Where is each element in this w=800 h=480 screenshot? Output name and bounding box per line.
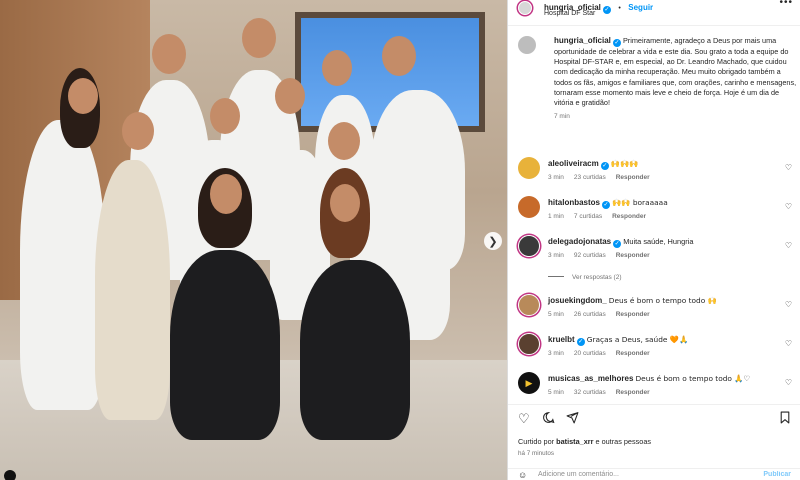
comment: kruelbt ✓ Graças a Deus, saúde 🧡🙏 3 min 20… [518, 333, 798, 365]
avatar[interactable] [518, 157, 540, 179]
avatar[interactable] [518, 294, 540, 316]
comment: delegadojonatas ✓ Muita saúde, Hungria 3 … [518, 235, 798, 267]
liked-prefix: Curtido por [518, 437, 557, 446]
person-head [275, 78, 305, 114]
comment-username[interactable]: josuekingdom_ [548, 296, 607, 305]
comment-text: 🙌🙌🙌 [610, 159, 639, 168]
verified-icon: ✓ [576, 338, 585, 346]
comment-time: 1 min [548, 213, 564, 220]
person [95, 160, 170, 420]
verified-icon: ✓ [600, 162, 609, 170]
heart-icon[interactable]: ♡ [785, 202, 792, 211]
heart-icon[interactable]: ♡ [518, 411, 530, 427]
comment-username[interactable]: kruelbt [548, 335, 575, 344]
comment-time: 3 min [548, 252, 564, 259]
next-photo-button[interactable]: ❯ [484, 232, 502, 250]
avatar[interactable] [518, 196, 540, 218]
post-time: há 7 minutos [518, 450, 555, 457]
heart-icon[interactable]: ♡ [785, 300, 792, 309]
person-head [68, 78, 98, 114]
caption-text: hungria_oficial ✓ Primeiramente, agradeço… [554, 36, 798, 122]
heart-icon[interactable]: ♡ [785, 241, 792, 250]
comment-username[interactable]: aleoliveiracm [548, 159, 599, 168]
comment: josuekingdom_ Deus é bom o tempo todo 🙌 … [518, 294, 798, 326]
caption-username[interactable]: hungria_oficial [554, 36, 611, 45]
person-head [152, 34, 186, 74]
comment-likes[interactable]: 23 curtidas [574, 174, 606, 181]
person-head [330, 184, 360, 222]
comment-time: 3 min [548, 174, 564, 181]
liked-suffix: e outras pessoas [593, 437, 652, 446]
comment-text: Graças a Deus, saúde 🧡🙏 [586, 335, 689, 344]
liked-by: Curtido por batista_xrr e outras pessoas [518, 437, 651, 446]
liked-user[interactable]: batista_xrr [556, 437, 593, 446]
person-head [242, 18, 276, 58]
view-replies-button[interactable]: Ver respostas (2) [548, 274, 622, 281]
post-header: hungria_oficial ✓ • Seguir Hospital DF St… [508, 0, 800, 26]
heart-icon[interactable]: ♡ [785, 163, 792, 172]
comment-text: Deus é bom o tempo todo 🙏♡ [635, 374, 751, 383]
verified-icon: ✓ [613, 240, 622, 248]
group-of-people [20, 18, 480, 460]
avatar[interactable]: ▶ [518, 372, 540, 394]
reply-button[interactable]: Responder [616, 350, 650, 357]
more-options-icon[interactable]: ••• [779, 0, 793, 8]
play-icon: ▶ [525, 377, 533, 388]
comment-likes[interactable]: 92 curtidas [574, 252, 606, 259]
post-photo[interactable]: ❯ [0, 0, 507, 480]
caption-body: Primeiramente, agradeço a Deus por mais … [554, 36, 797, 108]
emoji-icon[interactable]: ☺ [518, 470, 527, 480]
comment-likes[interactable]: 32 curtidas [574, 389, 606, 396]
comment-time: 3 min [548, 350, 564, 357]
comment: aleoliveiracm ✓ 🙌🙌🙌 3 min 23 curtidas Respo… [518, 157, 798, 189]
verified-icon: ✓ [602, 6, 611, 14]
person [300, 260, 410, 440]
person-head [328, 122, 360, 160]
comment-input[interactable]: Adicione um comentário... [538, 471, 619, 478]
person [170, 250, 280, 440]
person-head [122, 112, 154, 150]
heart-icon[interactable]: ♡ [785, 378, 792, 387]
comment: hitalonbastos ✓ 🙌🙌 boraaaaa 1 min 7 curtid… [518, 196, 798, 228]
verified-icon: ✓ [602, 201, 611, 209]
caption-time: 7 min [554, 113, 570, 121]
comment-username[interactable]: hitalonbastos [548, 198, 600, 207]
avatar[interactable] [518, 36, 536, 54]
comment-username[interactable]: musicas_as_melhores [548, 374, 633, 383]
bookmark-icon[interactable] [779, 411, 791, 427]
add-comment-bar: ☺ Adicione um comentário... Publicar [508, 468, 800, 480]
person-head [322, 50, 352, 86]
comment-likes[interactable]: 20 curtidas [574, 350, 606, 357]
comment-text: Muita saúde, Hungria [623, 237, 694, 246]
comment-username[interactable]: delegadojonatas [548, 237, 611, 246]
reply-button[interactable]: Responder [616, 252, 650, 259]
reply-button[interactable]: Responder [616, 311, 650, 318]
tag-icon[interactable] [4, 470, 16, 480]
comment-time: 5 min [548, 311, 564, 318]
comment: ▶ musicas_as_melhores Deus é bom o tempo… [518, 372, 798, 404]
person [20, 120, 105, 410]
avatar[interactable] [518, 235, 540, 257]
reply-button[interactable]: Responder [616, 389, 650, 396]
comment-text: 🙌🙌 boraaaaa [612, 198, 668, 207]
comment-likes[interactable]: 7 curtidas [574, 213, 602, 220]
post-location[interactable]: Hospital DF Star [544, 10, 595, 17]
reply-button[interactable]: Responder [616, 174, 650, 181]
comment-time: 5 min [548, 389, 564, 396]
avatar[interactable] [518, 333, 540, 355]
comment-text: Deus é bom o tempo todo 🙌 [608, 296, 717, 305]
avatar[interactable] [518, 1, 532, 15]
post-panel: hungria_oficial ✓ • Seguir Hospital DF St… [507, 0, 800, 480]
follow-button[interactable]: Seguir [628, 3, 653, 12]
reply-button[interactable]: Responder [612, 213, 646, 220]
comment-likes[interactable]: 26 curtidas [574, 311, 606, 318]
verified-icon: ✓ [612, 39, 621, 47]
share-icon[interactable] [566, 411, 579, 427]
heart-icon[interactable]: ♡ [785, 339, 792, 348]
person-head [210, 98, 240, 134]
publish-button[interactable]: Publicar [763, 471, 791, 478]
person-head [210, 174, 242, 214]
person-head [382, 36, 416, 76]
comment-icon[interactable] [542, 411, 555, 427]
